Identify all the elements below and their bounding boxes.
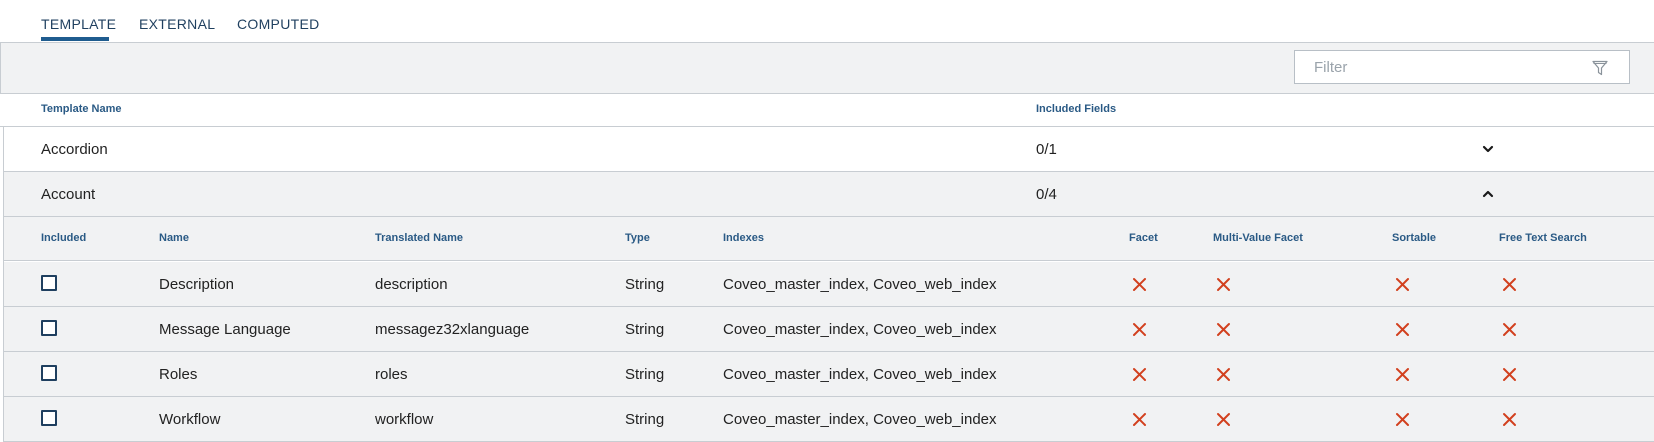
facet-cross-icon[interactable] xyxy=(1132,277,1147,292)
included-fields-count: 0/1 xyxy=(1036,141,1057,158)
free-text-search-cross-icon[interactable] xyxy=(1502,367,1517,382)
panel-left-border xyxy=(3,126,4,442)
sortable-cross-icon[interactable] xyxy=(1395,367,1410,382)
multi-value-facet-cross-icon[interactable] xyxy=(1216,277,1231,292)
field-type: String xyxy=(625,366,665,383)
template-row-account[interactable]: Account 0/4 xyxy=(4,172,1654,217)
field-row: Workflow workflow String Coveo_master_in… xyxy=(4,397,1654,442)
header-indexes[interactable]: Indexes xyxy=(723,232,764,244)
active-tab-indicator xyxy=(41,37,109,41)
header-type[interactable]: Type xyxy=(625,232,650,244)
filter-funnel-icon[interactable] xyxy=(1591,59,1609,77)
header-included[interactable]: Included xyxy=(41,232,86,244)
multi-value-facet-cross-icon[interactable] xyxy=(1216,367,1231,382)
tab-template[interactable]: TEMPLATE xyxy=(41,16,116,32)
facet-cross-icon[interactable] xyxy=(1132,322,1147,337)
field-row: Roles roles String Coveo_master_index, C… xyxy=(4,352,1654,397)
field-translated-name: messagez32xlanguage xyxy=(375,321,530,338)
template-row-accordion[interactable]: Accordion 0/1 xyxy=(4,127,1654,172)
sortable-cross-icon[interactable] xyxy=(1395,277,1410,292)
header-free-text-search[interactable]: Free Text Search xyxy=(1499,232,1587,244)
included-checkbox[interactable] xyxy=(41,275,57,291)
field-row: Message Language messagez32xlanguage Str… xyxy=(4,307,1654,352)
header-sortable[interactable]: Sortable xyxy=(1392,232,1436,244)
field-translated-name: workflow xyxy=(375,411,434,428)
field-type: String xyxy=(625,411,665,428)
fields-header: Included Name Translated Name Type Index… xyxy=(4,217,1654,261)
facet-cross-icon[interactable] xyxy=(1132,412,1147,427)
header-multi-value-facet[interactable]: Multi-Value Facet xyxy=(1213,232,1303,244)
chevron-up-icon[interactable] xyxy=(1480,186,1496,202)
tab-bar: TEMPLATE EXTERNAL COMPUTED xyxy=(0,0,1654,43)
header-included-fields[interactable]: Included Fields xyxy=(1036,103,1116,115)
tab-external[interactable]: EXTERNAL xyxy=(139,16,215,32)
field-name: Message Language xyxy=(159,321,291,338)
field-name: Workflow xyxy=(159,411,221,428)
sortable-cross-icon[interactable] xyxy=(1395,412,1410,427)
field-type: String xyxy=(625,321,665,338)
filter-box[interactable] xyxy=(1294,50,1630,84)
field-name: Description xyxy=(159,276,235,293)
filter-bar xyxy=(0,43,1654,94)
header-template-name[interactable]: Template Name xyxy=(41,103,122,115)
header-translated-name[interactable]: Translated Name xyxy=(375,232,463,244)
included-fields-count: 0/4 xyxy=(1036,186,1057,203)
filter-input[interactable] xyxy=(1314,59,1574,76)
sortable-cross-icon[interactable] xyxy=(1395,322,1410,337)
template-name: Accordion xyxy=(41,141,108,158)
free-text-search-cross-icon[interactable] xyxy=(1502,277,1517,292)
included-checkbox[interactable] xyxy=(41,365,57,381)
included-checkbox[interactable] xyxy=(41,410,57,426)
free-text-search-cross-icon[interactable] xyxy=(1502,412,1517,427)
table-header: Template Name Included Fields xyxy=(0,95,1654,127)
field-translated-name: description xyxy=(375,276,448,293)
included-checkbox[interactable] xyxy=(41,320,57,336)
field-translated-name: roles xyxy=(375,366,408,383)
free-text-search-cross-icon[interactable] xyxy=(1502,322,1517,337)
field-row: Description description String Coveo_mas… xyxy=(4,262,1654,307)
field-indexes: Coveo_master_index, Coveo_web_index xyxy=(723,366,997,383)
field-name: Roles xyxy=(159,366,198,383)
tab-computed[interactable]: COMPUTED xyxy=(237,16,320,32)
header-facet[interactable]: Facet xyxy=(1129,232,1158,244)
field-type: String xyxy=(625,276,665,293)
template-name: Account xyxy=(41,186,96,203)
header-name[interactable]: Name xyxy=(159,232,189,244)
field-indexes: Coveo_master_index, Coveo_web_index xyxy=(723,276,997,293)
multi-value-facet-cross-icon[interactable] xyxy=(1216,412,1231,427)
chevron-down-icon[interactable] xyxy=(1480,141,1496,157)
multi-value-facet-cross-icon[interactable] xyxy=(1216,322,1231,337)
facet-cross-icon[interactable] xyxy=(1132,367,1147,382)
field-indexes: Coveo_master_index, Coveo_web_index xyxy=(723,411,997,428)
field-indexes: Coveo_master_index, Coveo_web_index xyxy=(723,321,997,338)
